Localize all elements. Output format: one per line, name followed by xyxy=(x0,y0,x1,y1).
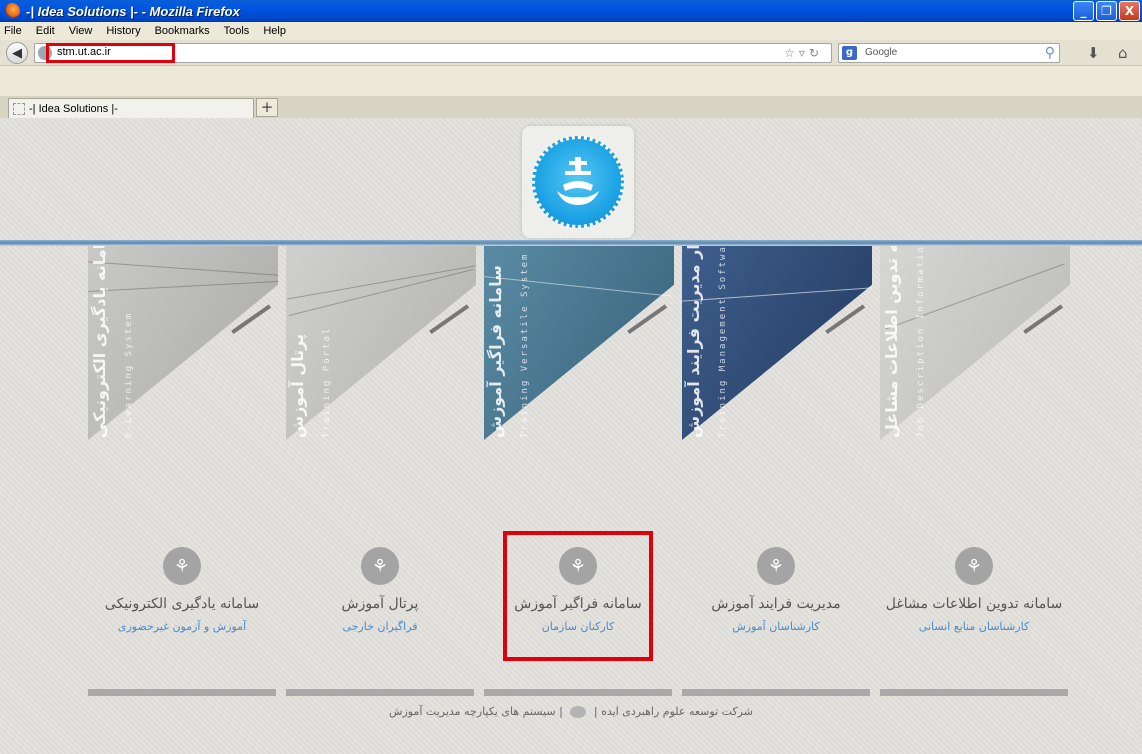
tab-label: -| Idea Solutions |- xyxy=(29,102,118,115)
home-icon[interactable]: ⌂ xyxy=(1118,44,1128,62)
university-seal-icon xyxy=(532,136,624,228)
banner-job-info[interactable]: سامانه تدوین اطلاعات مشاغل Job Descripti… xyxy=(880,246,1070,440)
bookmark-star-icon[interactable]: ☆ xyxy=(784,46,799,60)
search-icon[interactable]: ⚲ xyxy=(1045,45,1055,61)
window-title: -| Idea Solutions |- - Mozilla Firefox xyxy=(26,3,240,19)
history-dropdown-icon[interactable]: ▿ xyxy=(799,46,809,60)
leaf-icon: ⚘ xyxy=(955,547,993,585)
item-subtitle[interactable]: کارشناسان منابع انسانی xyxy=(880,620,1068,633)
divider-bar xyxy=(484,689,672,696)
menu-view[interactable]: View xyxy=(69,25,93,37)
menu-bar: File Edit View History Bookmarks Tools H… xyxy=(0,22,1142,40)
url-bar-icons: ☆▿↻ xyxy=(784,46,823,60)
footer-company[interactable]: شرکت توسعه علوم راهبردی ایده xyxy=(601,705,753,718)
reload-icon[interactable]: ↻ xyxy=(809,46,823,60)
menu-file[interactable]: File xyxy=(4,25,22,37)
item-portal[interactable]: ⚘ پرتال آموزش فراگیران خارجی xyxy=(286,547,474,633)
item-subtitle[interactable]: آموزش و آزمون غیرحضوری xyxy=(88,620,276,633)
search-engine-icon[interactable]: g xyxy=(842,46,857,60)
minimize-button[interactable]: _ xyxy=(1073,1,1094,21)
back-button[interactable]: ◀ xyxy=(6,42,28,64)
banner-training-versatile[interactable]: سامانه فراگیر آموزش Training Versatile S… xyxy=(484,246,674,440)
search-input[interactable]: Google xyxy=(865,47,897,58)
banner-subtitle: E-Learning System xyxy=(124,311,134,438)
menu-tools[interactable]: Tools xyxy=(224,25,250,37)
divider-bar xyxy=(880,689,1068,696)
footer-logo-icon xyxy=(570,706,587,718)
university-logo[interactable] xyxy=(522,126,634,238)
download-icon[interactable]: ⬇ xyxy=(1087,44,1100,62)
menu-bookmarks[interactable]: Bookmarks xyxy=(155,25,210,37)
item-subtitle[interactable]: فراگیران خارجی xyxy=(286,620,474,633)
leaf-icon: ⚘ xyxy=(757,547,795,585)
page-content: سامانه یادگیری الکترونیکی E-Learning Sys… xyxy=(0,118,1142,754)
item-subtitle[interactable]: کارشناسان آموزش xyxy=(682,620,870,633)
item-training-management[interactable]: ⚘ مدیریت فرایند آموزش کارشناسان آموزش xyxy=(682,547,870,633)
item-title[interactable]: مدیریت فرایند آموزش xyxy=(682,596,870,612)
banner-subtitle: Training Versatile System xyxy=(520,252,530,438)
footer: شرکت توسعه علوم راهبردی ایده | | سیستم ه… xyxy=(0,705,1142,718)
url-highlight-box xyxy=(46,43,175,63)
item-title[interactable]: سامانه تدوین اطلاعات مشاغل xyxy=(880,596,1068,612)
divider-bar xyxy=(286,689,474,696)
banner-subtitle: Training Portal xyxy=(322,326,332,438)
divider-bar xyxy=(682,689,870,696)
banner-subtitle: Job Description Information Development … xyxy=(916,246,926,438)
tab-idea-solutions[interactable]: -| Idea Solutions |- xyxy=(8,98,254,118)
page-icon xyxy=(13,102,25,115)
leaf-icon: ⚘ xyxy=(361,547,399,585)
leaf-icon: ⚘ xyxy=(163,547,201,585)
footer-system: سیستم های یکپارچه مدیریت آموزش xyxy=(389,705,556,718)
close-button[interactable]: X xyxy=(1119,1,1140,21)
item-title[interactable]: پرتال آموزش xyxy=(286,596,474,612)
banner-elearning[interactable]: سامانه یادگیری الکترونیکی E-Learning Sys… xyxy=(88,246,278,440)
search-bar[interactable]: g Google ⚲ xyxy=(838,43,1060,63)
footer-separator: | xyxy=(593,705,598,718)
highlight-box xyxy=(503,531,653,661)
new-tab-button[interactable]: + xyxy=(256,98,278,117)
maximize-button[interactable]: ❐ xyxy=(1096,1,1117,21)
item-title[interactable]: سامانه یادگیری الکترونیکی xyxy=(88,596,276,612)
item-elearning[interactable]: ⚘ سامانه یادگیری الکترونیکی آموزش و آزمو… xyxy=(88,547,276,633)
item-job-info[interactable]: ⚘ سامانه تدوین اطلاعات مشاغل کارشناسان م… xyxy=(880,547,1068,633)
menu-history[interactable]: History xyxy=(106,25,140,37)
footer-separator: | xyxy=(559,705,563,718)
banner-portal[interactable]: پرتال آموزش Training Portal xyxy=(286,246,476,440)
arrow-left-icon: ◀ xyxy=(12,45,22,61)
menu-help[interactable]: Help xyxy=(263,25,286,37)
banner-training-management[interactable]: نرم افزار مدیریت فرایند آموزش Training M… xyxy=(682,246,872,440)
window-title-bar: -| Idea Solutions |- - Mozilla Firefox _… xyxy=(0,0,1142,22)
menu-edit[interactable]: Edit xyxy=(36,25,55,37)
firefox-icon xyxy=(4,3,20,19)
divider-bar xyxy=(88,689,276,696)
banner-subtitle: Training Management Software xyxy=(718,246,728,438)
